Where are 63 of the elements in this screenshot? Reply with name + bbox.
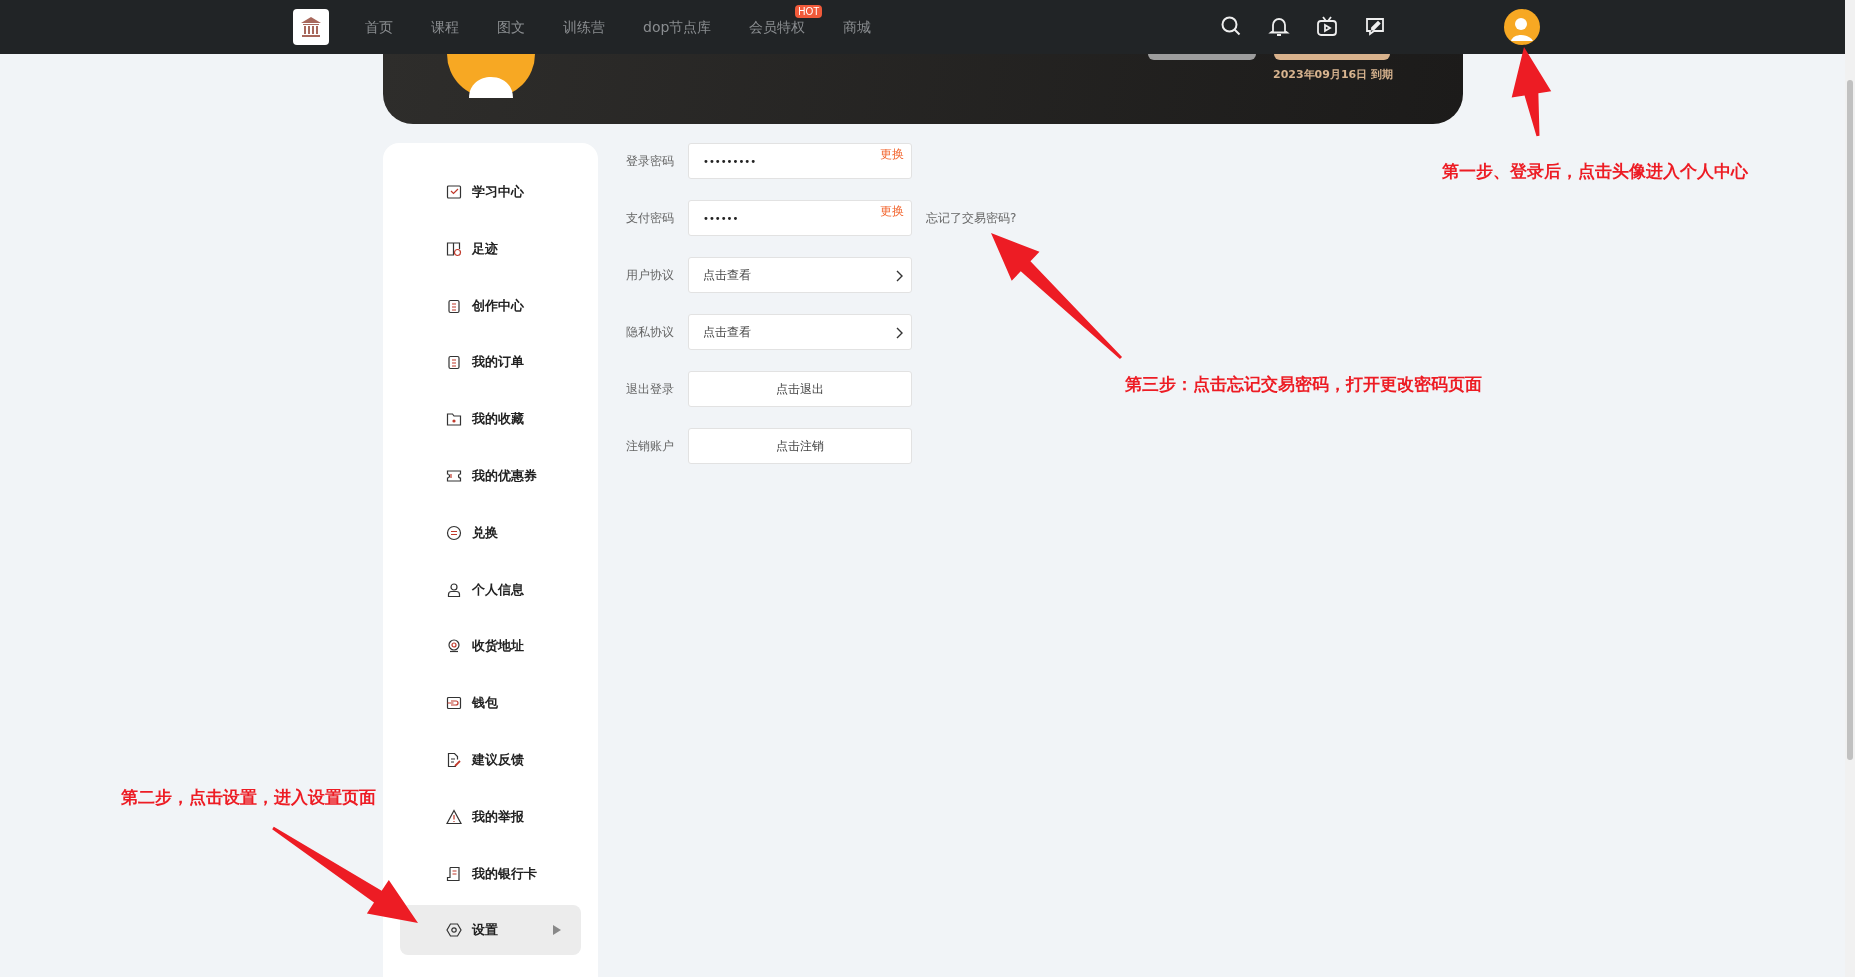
sidebar-item[interactable]: 我的优惠券 bbox=[400, 451, 581, 501]
sidebar-item[interactable]: 兑换 bbox=[400, 507, 581, 558]
chevron-right-icon bbox=[896, 270, 904, 282]
sidebar-item[interactable]: 创作中心 bbox=[400, 280, 581, 331]
sidebar-item[interactable]: 设置 bbox=[400, 905, 581, 956]
chevron-right-icon bbox=[896, 327, 904, 339]
sidebar-item[interactable]: 我的举报 bbox=[400, 791, 581, 842]
ticket-icon bbox=[446, 468, 462, 484]
nav-link[interactable]: 首页 bbox=[365, 19, 393, 37]
bell-icon[interactable] bbox=[1268, 15, 1290, 37]
nav-link[interactable]: 课程 bbox=[431, 19, 459, 37]
sidebar-item[interactable]: 钱包 bbox=[400, 678, 581, 729]
sidebar-item[interactable]: 足迹 bbox=[400, 223, 581, 274]
inbox-check-icon bbox=[446, 184, 462, 200]
search-icon[interactable] bbox=[1220, 15, 1242, 37]
field-label: 隐私协议 bbox=[626, 323, 675, 341]
sidebar-item[interactable]: 建议反馈 bbox=[400, 734, 581, 785]
location-pin-icon bbox=[446, 638, 462, 655]
gear-icon bbox=[446, 922, 462, 939]
field-label: 退出登录 bbox=[626, 380, 675, 398]
annotation-text: 第三步：点击忘记交易密码，打开更改密码页面 bbox=[1125, 373, 1482, 396]
tv-play-icon[interactable] bbox=[1316, 15, 1338, 37]
action-button[interactable]: 点击注销 bbox=[688, 428, 912, 464]
annotation-text: 第一步、登录后，点击头像进入个人中心 bbox=[1442, 160, 1748, 183]
field-label: 注销账户 bbox=[626, 437, 675, 455]
forgot-password-link[interactable]: 忘记了交易密码? bbox=[926, 209, 1017, 227]
document-pen-icon bbox=[446, 751, 462, 768]
nav-link[interactable]: 会员特权 bbox=[749, 19, 806, 37]
field-label: 用户协议 bbox=[626, 266, 675, 284]
sidebar-item[interactable]: 我的银行卡 bbox=[400, 848, 581, 899]
folder-star-icon bbox=[446, 411, 462, 428]
field-label: 登录密码 bbox=[626, 152, 675, 170]
sidebar-item[interactable]: 我的订单 bbox=[400, 337, 581, 388]
view-button[interactable]: 点击查看 bbox=[688, 314, 912, 350]
password-field[interactable]: •••••• 更换 bbox=[688, 200, 912, 236]
button-edge[interactable] bbox=[1274, 54, 1390, 60]
password-field[interactable]: ••••••••• 更换 bbox=[688, 143, 912, 179]
exchange-icon bbox=[446, 524, 462, 541]
field-label: 支付密码 bbox=[626, 209, 675, 227]
expiry-date: 2023年09月16日 到期 bbox=[1273, 67, 1394, 82]
nav-link[interactable]: dop节点库 bbox=[643, 19, 712, 37]
caret-icon bbox=[553, 925, 561, 936]
person-icon bbox=[446, 581, 462, 598]
warning-icon bbox=[446, 808, 462, 825]
sidebar-item[interactable]: 我的收藏 bbox=[400, 394, 581, 445]
chat-edit-icon[interactable] bbox=[1364, 15, 1386, 37]
logo[interactable] bbox=[293, 9, 329, 45]
avatar[interactable] bbox=[1504, 9, 1540, 45]
wallet-icon bbox=[446, 695, 462, 712]
action-button[interactable]: 点击退出 bbox=[688, 371, 912, 407]
sidebar-item[interactable]: 学习中心 bbox=[400, 167, 581, 217]
receipt-icon bbox=[446, 865, 462, 882]
sidebar-item[interactable]: 个人信息 bbox=[400, 564, 581, 615]
sidebar-item[interactable]: 收货地址 bbox=[400, 621, 581, 672]
hot-badge: HOT bbox=[795, 5, 823, 18]
view-button[interactable]: 点击查看 bbox=[688, 257, 912, 293]
nav-link[interactable]: 训练营 bbox=[563, 19, 605, 37]
clipboard-icon bbox=[446, 354, 462, 371]
button-edge[interactable] bbox=[1148, 54, 1256, 60]
nav-link[interactable]: 商城 bbox=[843, 19, 872, 37]
annotation-text: 第二步，点击设置，进入设置页面 bbox=[121, 786, 376, 809]
clipboard-icon bbox=[446, 297, 462, 314]
nav-link[interactable]: 图文 bbox=[497, 19, 525, 37]
